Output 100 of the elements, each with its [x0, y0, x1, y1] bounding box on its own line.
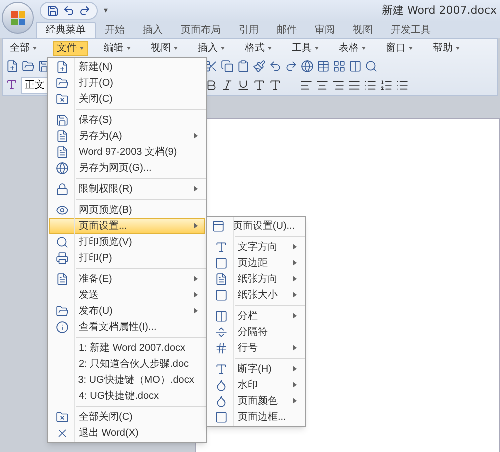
menu-item[interactable]: 行号	[208, 340, 304, 356]
menu-item[interactable]: 另存为网页(G)...	[49, 160, 205, 176]
save-icon[interactable]	[47, 5, 59, 17]
ribbon-tab[interactable]: 开发工具	[382, 22, 440, 38]
menu-item[interactable]: 页面设置(U)...	[208, 218, 304, 234]
menu-item[interactable]: 水印	[208, 377, 304, 393]
table-icon	[317, 60, 330, 72]
redo-icon	[285, 60, 298, 72]
menu-item[interactable]: 页边距	[208, 255, 304, 271]
ribbon-tab[interactable]: 视图	[344, 22, 382, 38]
folder-icon	[56, 304, 68, 318]
menu-item[interactable]: 限制权限(R)	[49, 181, 205, 197]
document-icon	[56, 130, 68, 142]
menu-item[interactable]: 页面设置...	[49, 218, 205, 234]
menu-item[interactable]: 文字方向	[208, 239, 304, 255]
menu-item[interactable]: 打印预览(V)	[49, 234, 205, 250]
menu-item[interactable]: 新建(N)	[49, 59, 205, 75]
dropdown-caret-icon	[221, 46, 225, 50]
submenu-arrow-icon	[194, 308, 198, 314]
menu-bar-item[interactable]: 表格	[335, 40, 370, 56]
undo-icon[interactable]	[63, 5, 75, 17]
ribbon-tab[interactable]: 经典菜单	[36, 22, 96, 38]
lock-icon	[56, 182, 68, 196]
menu-item[interactable]: 4: UG快捷键.docx	[49, 388, 205, 404]
document-icon	[56, 146, 68, 158]
menu-item[interactable]: 查看文档属性(I)...	[49, 319, 205, 335]
ribbon-tab[interactable]: 审阅	[306, 22, 344, 38]
menu-item[interactable]: 全部关闭(C)	[49, 409, 205, 425]
menu-bar-item[interactable]: 文件	[53, 40, 88, 56]
menu-item[interactable]: 页面边框...	[208, 409, 304, 425]
align-left-icon	[300, 78, 313, 92]
menu-item[interactable]: 退出 Word(X)	[49, 425, 205, 441]
ribbon-tab[interactable]: 页面布局	[172, 22, 230, 38]
numbered-list-icon	[380, 78, 393, 92]
save-icon	[56, 114, 68, 126]
dropdown-caret-icon	[409, 46, 413, 50]
submenu-arrow-icon	[293, 276, 297, 282]
style-field[interactable]: 正文	[21, 76, 49, 94]
menu-item[interactable]: 保存(S)	[49, 112, 205, 128]
align-center-icon	[316, 78, 329, 92]
undo-icon	[269, 60, 282, 72]
globe-icon	[56, 162, 68, 174]
submenu-arrow-icon	[293, 398, 297, 404]
submenu-arrow-icon	[293, 244, 297, 250]
ribbon-tab[interactable]: 开始	[96, 22, 134, 38]
menu-item[interactable]: 网页预览(B)	[49, 202, 205, 218]
ribbon-tab[interactable]: 插入	[134, 22, 172, 38]
menu-item[interactable]: Word 97-2003 文档(9)	[49, 144, 205, 160]
menu-item[interactable]: 3: UG快捷键（MO）.docx	[49, 372, 205, 388]
submenu-arrow-icon	[194, 292, 198, 298]
menu-bar-item[interactable]: 工具	[288, 40, 323, 56]
dropdown-caret-icon	[456, 46, 460, 50]
menu-item[interactable]: 分隔符	[208, 324, 304, 340]
menu-bar-item[interactable]: 窗口	[382, 40, 417, 56]
submenu-arrow-icon	[293, 345, 297, 351]
menu-bar-item[interactable]: 全部	[6, 40, 41, 56]
underline-icon	[237, 78, 250, 92]
dropdown-caret-icon	[33, 46, 37, 50]
text-icon	[253, 78, 266, 92]
globe-icon	[301, 60, 314, 72]
menu-item[interactable]: 分栏	[208, 308, 304, 324]
menu-item[interactable]: 发送	[49, 287, 205, 303]
menu-item[interactable]: 打印(P)	[49, 250, 205, 266]
menu-bar-item[interactable]: 编辑	[100, 40, 135, 56]
ribbon-tab[interactable]: 引用	[230, 22, 268, 38]
redo-icon[interactable]	[79, 5, 91, 17]
submenu-arrow-icon	[194, 223, 198, 229]
menu-bar-item[interactable]: 格式	[241, 40, 276, 56]
menu-item[interactable]: 发布(U)	[49, 303, 205, 319]
customize-button[interactable]: ▾	[104, 5, 108, 17]
menu-item[interactable]: 1: 新建 Word 2007.docx	[49, 340, 205, 356]
menu-bar-item[interactable]: 视图	[147, 40, 182, 56]
page-icon	[6, 60, 19, 72]
page-icon	[56, 60, 68, 74]
menu-item[interactable]: 纸张方向	[208, 271, 304, 287]
columns-icon	[349, 60, 362, 72]
folder-icon	[22, 60, 35, 72]
search-icon	[365, 60, 378, 72]
menu-bar-item[interactable]: 帮助	[429, 40, 464, 56]
menu-item[interactable]: 打开(O)	[49, 75, 205, 91]
office-logo-icon	[11, 11, 25, 25]
menu-item[interactable]: 断字(H)	[208, 361, 304, 377]
menu-bar-item[interactable]: 插入	[194, 40, 229, 56]
submenu-arrow-icon	[194, 133, 198, 139]
ribbon-tab[interactable]: 邮件	[268, 22, 306, 38]
grid-icon	[333, 60, 346, 72]
menu-item[interactable]: 另存为(A)	[49, 128, 205, 144]
window-title: 新建 Word 2007.docx	[382, 2, 497, 19]
menu-item[interactable]: 关闭(C)	[49, 91, 205, 107]
paste-icon	[237, 60, 250, 72]
dropdown-caret-icon	[268, 46, 272, 50]
page-icon	[212, 220, 225, 232]
bold-icon	[205, 78, 218, 92]
menu-item[interactable]: 纸张大小	[208, 287, 304, 303]
menu-item[interactable]: 准备(E)	[49, 271, 205, 287]
menu-item[interactable]: 页面颜色	[208, 393, 304, 409]
justify-icon	[348, 78, 361, 92]
dropdown-caret-icon	[362, 46, 366, 50]
menu-item[interactable]: 2: 只知道合伙人步骤.doc	[49, 356, 205, 372]
style-icon[interactable]	[6, 79, 18, 91]
